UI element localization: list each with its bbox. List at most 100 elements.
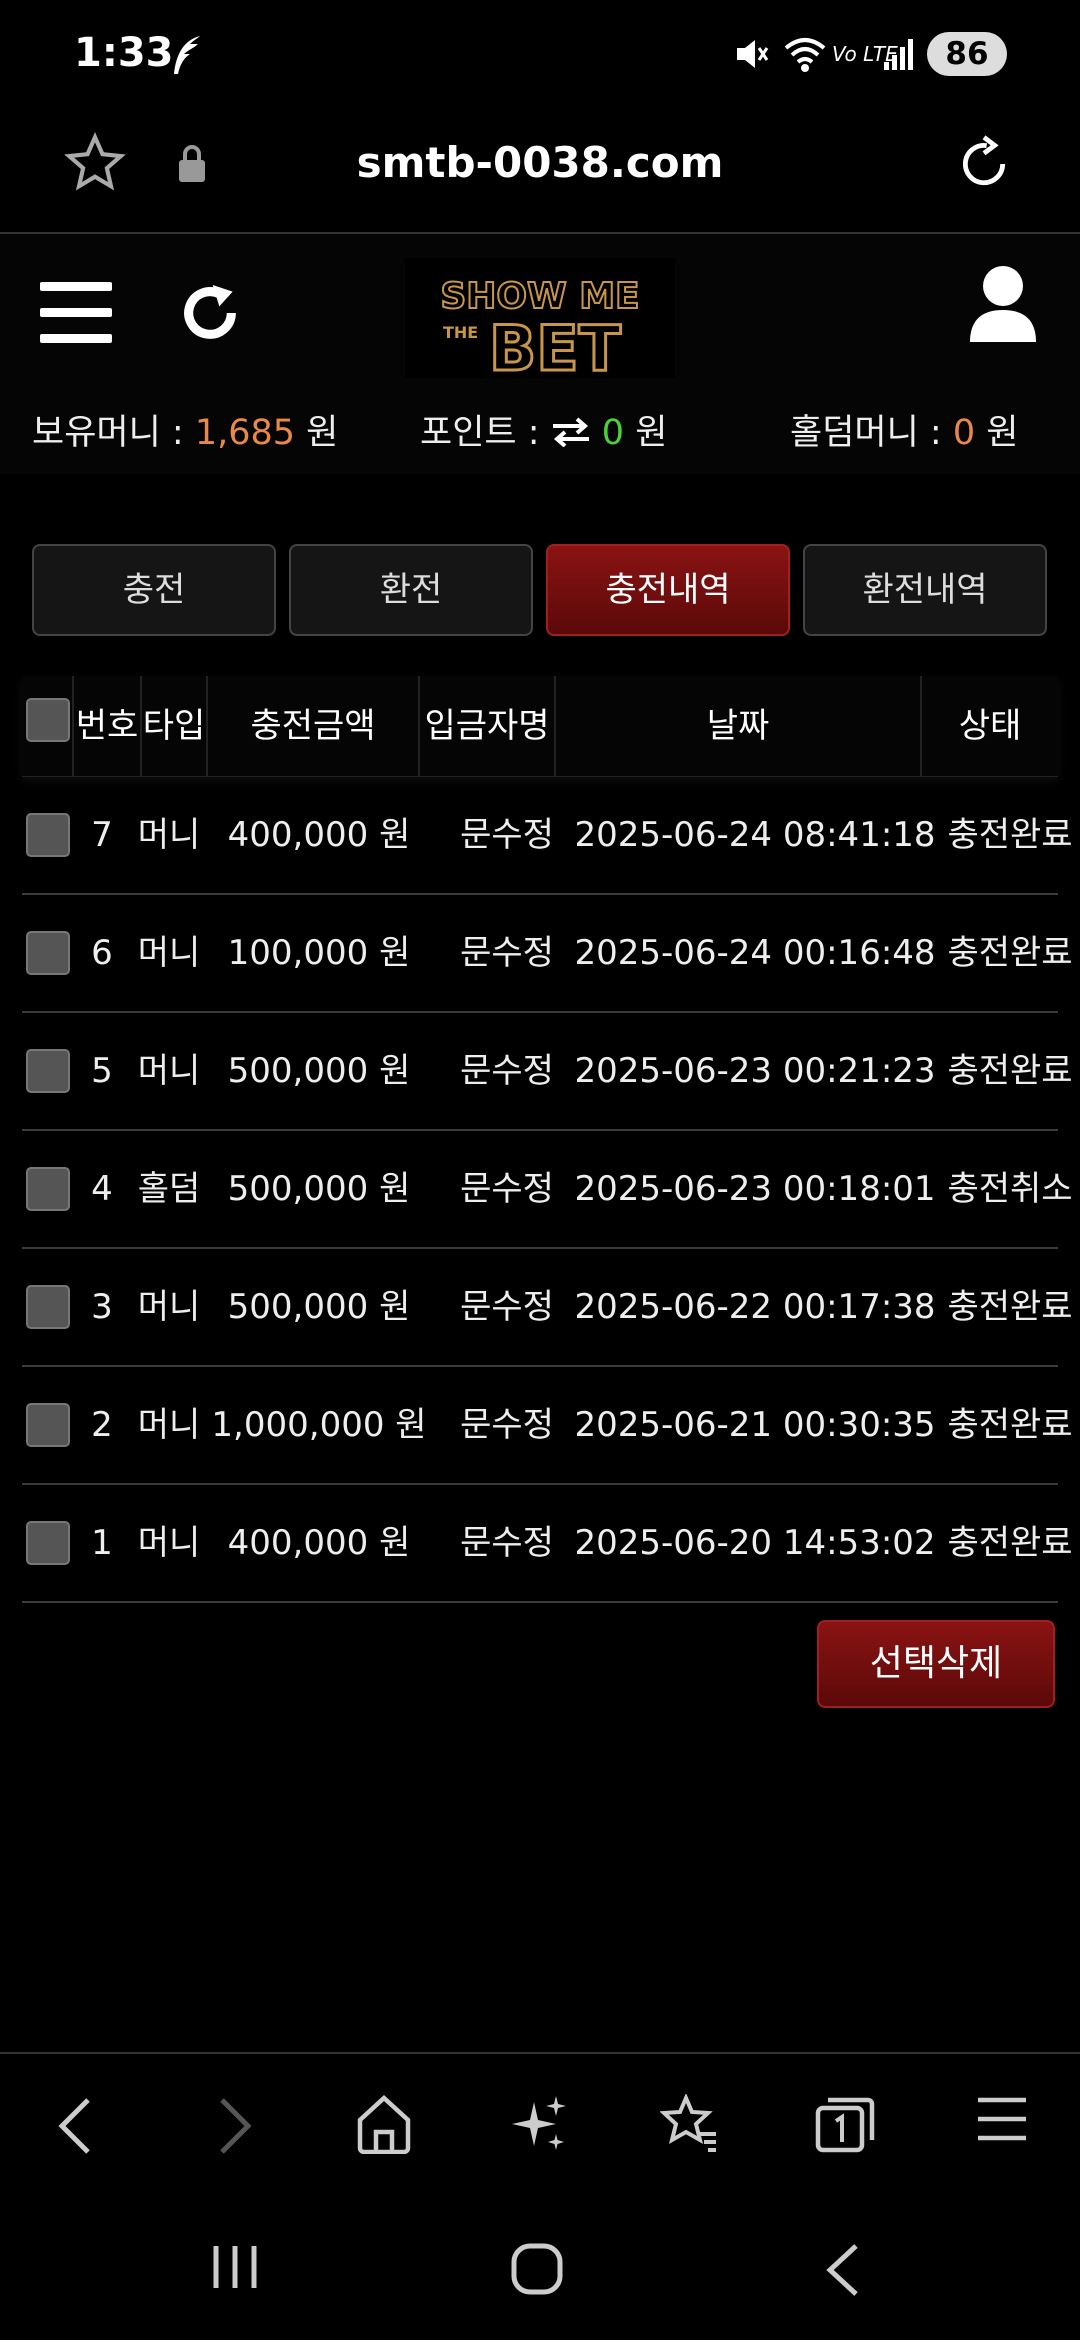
row-date: 2025-06-24 08:41:18 <box>574 815 936 855</box>
site-logo[interactable]: SHOW ME THE BET <box>405 258 675 378</box>
money-label: 보유머니 : <box>32 413 195 453</box>
wifi-icon <box>784 38 826 72</box>
row-type: 머니 <box>137 1523 201 1563</box>
system-navigation-bar <box>0 2200 1080 2340</box>
row-amount: 400,000 원 <box>227 815 411 855</box>
row-status: 충전완료 <box>947 1523 1073 1563</box>
point-balance: 포인트 : 0 원 <box>420 404 667 455</box>
table-row: 3 머니 500,000 원 문수정 2025-06-22 00:17:38 충… <box>22 1249 1073 1367</box>
row-checkbox[interactable] <box>26 1285 70 1329</box>
header-amount: 충전금액 <box>208 676 420 776</box>
header-type: 타입 <box>142 676 208 776</box>
tab-withdraw-history[interactable]: 환전내역 <box>803 544 1047 636</box>
header-select-all-cell <box>22 676 74 776</box>
row-type: 머니 <box>137 1287 201 1327</box>
row-no: 5 <box>91 1051 113 1091</box>
forward-icon[interactable] <box>212 2094 258 2158</box>
row-date: 2025-06-23 00:18:01 <box>574 1169 936 1209</box>
row-checkbox[interactable] <box>26 1521 70 1565</box>
select-all-checkbox[interactable] <box>26 698 70 742</box>
row-amount: 1,000,000 원 <box>211 1405 427 1445</box>
tab-deposit[interactable]: 충전 <box>32 544 276 636</box>
row-depositor: 문수정 <box>460 1169 554 1209</box>
holdem-value: 0 <box>952 413 976 453</box>
row-type: 머니 <box>137 1405 201 1445</box>
header-depositor: 입금자명 <box>420 676 556 776</box>
row-no: 2 <box>91 1405 113 1445</box>
money-balance: 보유머니 : 1,685 원 <box>32 404 338 455</box>
table-row: 7 머니 400,000 원 문수정 2025-06-24 08:41:18 충… <box>22 777 1073 895</box>
row-amount: 100,000 원 <box>227 933 411 973</box>
money-value: 1,685 <box>194 413 296 453</box>
header-date: 날짜 <box>556 676 922 776</box>
row-depositor: 문수정 <box>460 1051 554 1091</box>
row-date: 2025-06-23 00:21:23 <box>574 1051 936 1091</box>
row-no: 3 <box>91 1287 113 1327</box>
sparkle-icon[interactable] <box>510 2094 570 2156</box>
point-unit: 원 <box>624 413 668 453</box>
row-status: 충전취소 <box>947 1169 1073 1209</box>
menu-icon[interactable] <box>40 280 112 344</box>
row-type: 머니 <box>137 1051 201 1091</box>
row-status: 충전완료 <box>947 815 1073 855</box>
browser-bottom-nav <box>0 2052 1080 2202</box>
battery-level: 86 <box>945 36 989 72</box>
url-field[interactable]: smtb-0038.com <box>0 138 1080 187</box>
row-depositor: 문수정 <box>460 815 554 855</box>
row-checkbox[interactable] <box>26 813 70 857</box>
home-icon[interactable] <box>356 2094 412 2154</box>
row-checkbox[interactable] <box>26 1403 70 1447</box>
row-status: 충전완료 <box>947 1051 1073 1091</box>
row-status: 충전완료 <box>947 1287 1073 1327</box>
row-depositor: 문수정 <box>460 1405 554 1445</box>
reload-icon[interactable] <box>952 132 1016 196</box>
holdem-unit: 원 <box>975 413 1019 453</box>
back-icon[interactable] <box>822 2242 862 2298</box>
exchange-arrows-icon[interactable] <box>551 417 591 448</box>
holdem-label: 홀덤머니 : <box>790 413 953 453</box>
row-checkbox[interactable] <box>26 1049 70 1093</box>
header-status: 상태 <box>958 706 1022 746</box>
row-date: 2025-06-20 14:53:02 <box>574 1523 936 1563</box>
tab-withdraw[interactable]: 환전 <box>289 544 533 636</box>
row-amount: 400,000 원 <box>227 1523 411 1563</box>
browser-address-bar: smtb-0038.com <box>0 110 1080 234</box>
row-no: 7 <box>91 815 113 855</box>
deposit-history-table: 번호 타입 충전금액 입금자명 날짜 상태 7 머니 400,000 원 문수정… <box>22 676 1073 1603</box>
svg-text:BET: BET <box>489 312 621 378</box>
row-amount: 500,000 원 <box>227 1051 411 1091</box>
money-unit: 원 <box>295 413 339 453</box>
row-depositor: 문수정 <box>460 1287 554 1327</box>
svg-text:THE: THE <box>443 323 478 342</box>
bookmarks-icon[interactable] <box>660 2094 720 2156</box>
row-checkbox[interactable] <box>26 1167 70 1211</box>
balance-bar: 보유머니 : 1,685 원 포인트 : 0 원 홀덤머니 : 0 원 <box>0 404 1080 464</box>
row-status: 충전완료 <box>947 1405 1073 1445</box>
recents-icon[interactable] <box>210 2242 260 2292</box>
table-header: 번호 타입 충전금액 입금자명 날짜 상태 <box>22 676 1058 777</box>
signal-icon <box>884 39 913 70</box>
status-bar: 1:33 Vo LTE 86 <box>0 0 1080 110</box>
mute-icon <box>737 40 769 68</box>
row-no: 1 <box>91 1523 113 1563</box>
row-date: 2025-06-24 00:16:48 <box>574 933 936 973</box>
row-status: 충전완료 <box>947 933 1073 973</box>
tabs-icon[interactable] <box>814 2094 876 2154</box>
user-icon[interactable] <box>968 264 1038 344</box>
svg-text:SHOW ME: SHOW ME <box>440 276 639 317</box>
delete-selected-button[interactable]: 선택삭제 <box>817 1620 1055 1708</box>
tab-deposit-history[interactable]: 충전내역 <box>546 544 790 636</box>
row-amount: 500,000 원 <box>227 1287 411 1327</box>
row-no: 4 <box>91 1169 113 1209</box>
status-time: 1:33 <box>74 30 174 76</box>
tab-bar: 충전 환전 충전내역 환전내역 <box>32 544 1048 640</box>
menu-icon[interactable] <box>976 2094 1028 2144</box>
refresh-icon[interactable] <box>178 278 242 348</box>
back-icon[interactable] <box>52 2094 98 2158</box>
feather-icon <box>174 36 200 74</box>
table-row: 1 머니 400,000 원 문수정 2025-06-20 14:53:02 충… <box>22 1485 1073 1603</box>
battery-icon: 86 <box>927 32 1007 76</box>
row-amount: 500,000 원 <box>227 1169 411 1209</box>
home-icon[interactable] <box>510 2242 564 2296</box>
row-checkbox[interactable] <box>26 931 70 975</box>
